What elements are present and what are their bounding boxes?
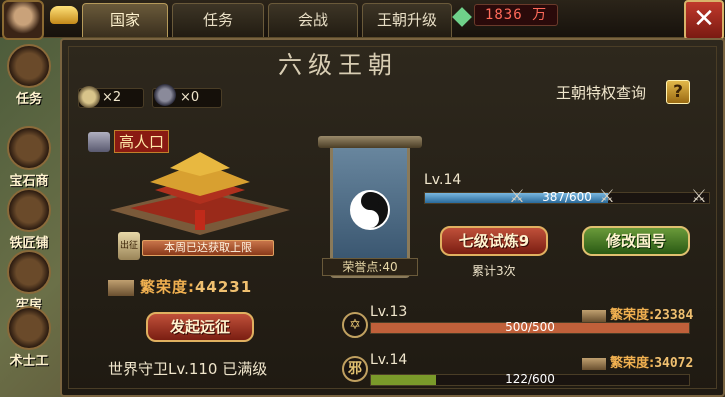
money-counter: 1836 万 bbox=[474, 4, 558, 26]
prosperity-icon bbox=[582, 357, 606, 370]
side-item-prison[interactable]: 牢房 bbox=[2, 250, 56, 313]
trial-button[interactable]: 七级试炼9 bbox=[440, 226, 548, 256]
side-item-label: 铁匠铺 bbox=[9, 236, 49, 251]
world-guard-status: 世界守卫Lv.110 已满级 bbox=[108, 360, 268, 378]
prosperity-value: 23384 bbox=[654, 308, 694, 323]
bomb-pouch-icon bbox=[154, 84, 176, 106]
side-item-label: 任务 bbox=[15, 92, 42, 107]
side-item-blacksmith[interactable]: 铁匠铺 bbox=[2, 188, 56, 251]
side-item-tasks[interactable]: 任务 bbox=[2, 44, 56, 107]
prosperity-icon bbox=[108, 279, 134, 296]
expedition-token-icon: 出征 bbox=[118, 232, 140, 260]
gem-icon bbox=[452, 7, 472, 27]
row-progress-bar: 500/500 bbox=[370, 320, 690, 334]
top-bar: 国家 任务 会战 王朝升级 1836 万 ✕ bbox=[0, 0, 725, 40]
trial-progress-bar: 387/600 bbox=[424, 190, 710, 204]
tab-battle[interactable]: 会战 bbox=[268, 3, 358, 37]
yinyang-sorcerer-icon bbox=[7, 306, 51, 350]
star-emblem-icon: ✡ bbox=[342, 312, 368, 338]
prosperity-icon bbox=[582, 309, 606, 322]
row-level: Lv.13 bbox=[370, 304, 408, 320]
tab-tasks[interactable]: 任务 bbox=[172, 3, 264, 37]
side-item-label: 术士工 bbox=[9, 354, 49, 369]
prosperity-value: 34072 bbox=[654, 356, 694, 371]
prison-icon bbox=[7, 250, 51, 294]
prosperity-label: 繁荣度: bbox=[610, 308, 655, 323]
anvil-icon bbox=[7, 188, 51, 232]
tab-country[interactable]: 国家 bbox=[82, 3, 168, 37]
gold-ingot-icon bbox=[50, 6, 78, 24]
weekly-limit-bar: 本周已达获取上限 bbox=[142, 240, 274, 256]
crossed-swords-icon: ⚔ bbox=[598, 186, 616, 207]
tasks-icon bbox=[7, 44, 51, 88]
prosperity-label: 繁荣度: bbox=[610, 356, 655, 371]
side-item-gem-shop[interactable]: 宝石商 bbox=[2, 126, 56, 189]
tab-dynasty-upgrade[interactable]: 王朝升级 bbox=[362, 3, 452, 37]
crossed-swords-icon: ⚔ bbox=[508, 186, 526, 207]
prosperity-value: 44231 bbox=[195, 278, 253, 296]
resource-count: ×0 bbox=[180, 90, 200, 105]
help-button[interactable]: ? bbox=[666, 80, 690, 104]
row-level: Lv.14 bbox=[370, 352, 408, 368]
prosperity-display: 繁荣度:44231 bbox=[108, 276, 252, 297]
honor-points: 荣誉点:40 bbox=[322, 258, 418, 276]
row-progress-text: 122/600 bbox=[505, 372, 555, 386]
row-progress-bar: 122/600 bbox=[370, 372, 690, 386]
launch-expedition-button[interactable]: 发起远征 bbox=[146, 312, 254, 342]
rename-country-button[interactable]: 修改国号 bbox=[582, 226, 690, 256]
side-item-label: 宝石商 bbox=[9, 174, 49, 189]
player-avatar[interactable] bbox=[2, 0, 44, 40]
prosperity-label: 繁荣度: bbox=[140, 278, 195, 296]
crossed-swords-icon: ⚔ bbox=[690, 186, 708, 207]
trial-progress-text: 387/600 bbox=[542, 190, 592, 204]
row-prosperity: 繁荣度:23384 bbox=[582, 304, 693, 323]
evil-emblem-icon: 邪 bbox=[342, 356, 368, 382]
banner-rod bbox=[318, 136, 422, 148]
privilege-query-link[interactable]: 王朝特权查询 bbox=[556, 82, 646, 103]
resource-count: ×2 bbox=[102, 90, 122, 105]
gem-shop-icon bbox=[7, 126, 51, 170]
token-bag-icon bbox=[78, 86, 100, 108]
close-button[interactable]: ✕ bbox=[684, 0, 724, 40]
palace-illustration bbox=[110, 152, 290, 235]
row-prosperity: 繁荣度:34072 bbox=[582, 352, 693, 371]
cumulative-count: 累计3次 bbox=[472, 264, 516, 278]
side-item-sorcerer[interactable]: 术士工 bbox=[2, 306, 56, 369]
dynasty-title: 六级王朝 bbox=[278, 51, 398, 79]
yinyang-icon bbox=[350, 190, 390, 230]
trial-level: Lv.14 bbox=[424, 172, 462, 188]
